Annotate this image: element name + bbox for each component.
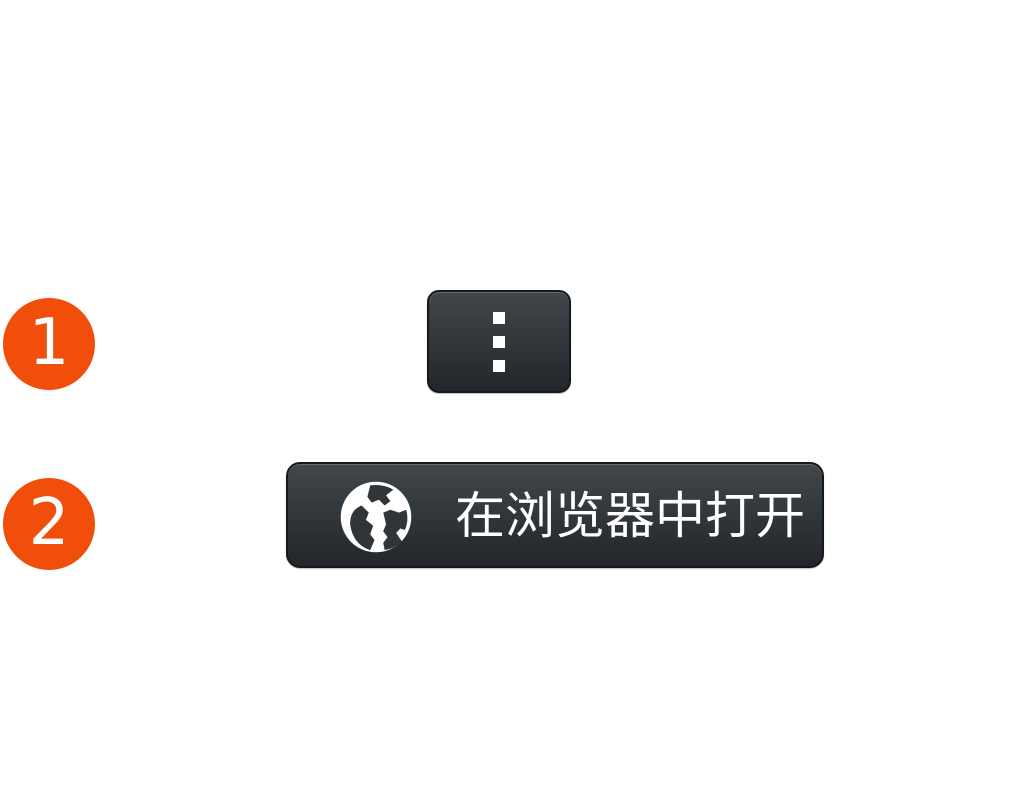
overflow-menu-button[interactable] (427, 290, 571, 393)
open-in-browser-label: 在浏览器中打开 (455, 487, 805, 545)
globe-icon (340, 481, 412, 553)
ellipsis-dot (493, 335, 505, 348)
open-in-browser-button[interactable]: 在浏览器中打开 (286, 462, 824, 568)
ellipsis-dot (493, 359, 505, 372)
step-badge-1: 1 (3, 298, 95, 390)
step-number: 2 (28, 486, 70, 560)
vertical-ellipsis-icon (493, 311, 505, 372)
step-badge-2: 2 (3, 478, 95, 570)
ellipsis-dot (493, 311, 505, 324)
step-number: 1 (28, 306, 70, 380)
